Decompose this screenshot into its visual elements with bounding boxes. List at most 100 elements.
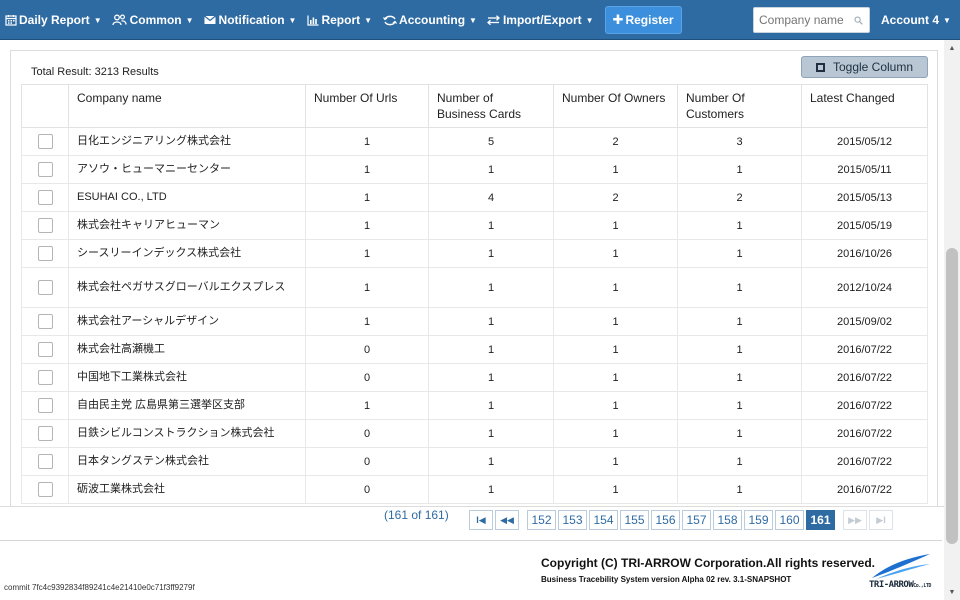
table-row[interactable]: アソウ・ヒューマニーセンター 1 1 1 1 2015/05/11 [21, 155, 928, 184]
urls-cell: 1 [305, 267, 429, 308]
table-row[interactable]: 株式会社高瀬機工 0 1 1 1 2016/07/22 [21, 335, 928, 364]
header-company-name[interactable]: Company name [68, 84, 306, 128]
company-search-input[interactable] [754, 13, 849, 27]
row-checkbox[interactable] [37, 162, 53, 177]
row-select-cell [21, 267, 69, 308]
row-checkbox[interactable] [37, 246, 53, 261]
prev-page-button[interactable]: ◀◀ [495, 510, 519, 530]
customers-cell: 1 [677, 419, 802, 448]
register-button[interactable]: ✚ Register [604, 6, 682, 34]
table-row[interactable]: 自由民主党 広島県第三選挙区支部 1 1 1 1 2016/07/22 [21, 391, 928, 420]
chevron-down-icon: ▼ [288, 15, 297, 25]
bar-chart-icon [306, 14, 319, 27]
table-row[interactable]: 砺波工業株式会社 0 1 1 1 2016/07/22 [21, 475, 928, 504]
page-button[interactable]: 154 [589, 510, 618, 530]
latest-changed-cell: 2015/09/02 [801, 307, 928, 336]
total-results: Total Result: 3213 Results [31, 66, 159, 78]
next-page-button[interactable]: ▶▶ [843, 510, 867, 530]
header-select [21, 84, 69, 128]
row-checkbox[interactable] [37, 482, 53, 497]
table-row[interactable]: 日鉄シビルコンストラクション株式会社 0 1 1 1 2016/07/22 [21, 419, 928, 448]
business-cards-cell: 1 [428, 475, 554, 504]
company-name-cell: 株式会社キャリアヒューマン [68, 211, 306, 240]
owners-cell: 1 [553, 307, 678, 336]
first-page-button[interactable]: I◀ [469, 510, 493, 530]
urls-cell: 1 [305, 211, 429, 240]
nav-import-export[interactable]: Import/Export ▼ [482, 0, 599, 40]
header-number-of-customers[interactable]: Number Of Customers [677, 84, 802, 128]
nav-common[interactable]: Common ▼ [107, 0, 199, 40]
latest-changed-cell: 2016/10/26 [801, 239, 928, 268]
page-button[interactable]: 153 [558, 510, 587, 530]
nav-report[interactable]: Report ▼ [301, 0, 377, 40]
company-name-cell: 日化エンジニアリング株式会社 [68, 127, 306, 156]
page-button[interactable]: 159 [744, 510, 773, 530]
table-row[interactable]: 株式会社ペガサスグローバルエクスプレス 1 1 1 1 2012/10/24 [21, 267, 928, 308]
page-button[interactable]: 160 [775, 510, 804, 530]
latest-changed-cell: 2016/07/22 [801, 475, 928, 504]
last-page-button[interactable]: ▶I [869, 510, 893, 530]
page-button[interactable]: 155 [620, 510, 649, 530]
page-button[interactable]: 158 [713, 510, 742, 530]
version-text: Business Tracebility System version Alph… [541, 575, 792, 584]
business-cards-cell: 1 [428, 447, 554, 476]
company-name-cell: ESUHAI CO., LTD [68, 183, 306, 212]
company-table: Company name Number Of Urls Number of Bu… [21, 84, 928, 504]
row-checkbox[interactable] [37, 134, 53, 149]
row-checkbox[interactable] [37, 426, 53, 441]
urls-cell: 0 [305, 363, 429, 392]
urls-cell: 1 [305, 391, 429, 420]
commit-hash: commit 7fc4c9392834f89241c4e21410e0c71f3… [4, 583, 195, 592]
table-row[interactable]: ESUHAI CO., LTD 1 4 2 2 2015/05/13 [21, 183, 928, 212]
page-button[interactable]: 152 [527, 510, 556, 530]
page-button[interactable]: 161 [806, 510, 835, 530]
nav-notification[interactable]: Notification ▼ [199, 0, 302, 40]
nav-daily-report-label: Daily Report [19, 13, 90, 27]
owners-cell: 2 [553, 127, 678, 156]
row-checkbox[interactable] [37, 218, 53, 233]
row-checkbox[interactable] [37, 280, 53, 295]
customers-cell: 1 [677, 307, 802, 336]
logo-text: TRI-ARROWCo.,LTD [869, 580, 931, 590]
toggle-column-button[interactable]: Toggle Column [801, 56, 928, 78]
vertical-scrollbar[interactable]: ▲ ▼ [944, 40, 960, 600]
calendar-icon [4, 14, 17, 27]
page-button[interactable]: 156 [651, 510, 680, 530]
table-row[interactable]: 中国地下工業株式会社 0 1 1 1 2016/07/22 [21, 363, 928, 392]
row-checkbox[interactable] [37, 398, 53, 413]
company-name-cell: 自由民主党 広島県第三選挙区支部 [68, 391, 306, 420]
customers-cell: 1 [677, 239, 802, 268]
row-checkbox[interactable] [37, 342, 53, 357]
scroll-thumb[interactable] [946, 248, 958, 544]
nav-accounting[interactable]: Accounting ▼ [377, 0, 482, 40]
table-row[interactable]: 日本タングステン株式会社 0 1 1 1 2016/07/22 [21, 447, 928, 476]
search-icon[interactable] [849, 16, 867, 25]
table-row[interactable]: 株式会社アーシャルデザイン 1 1 1 1 2015/09/02 [21, 307, 928, 336]
scroll-up-arrow-icon[interactable]: ▲ [944, 40, 960, 56]
header-number-of-owners[interactable]: Number Of Owners [553, 84, 678, 128]
owners-cell: 1 [553, 211, 678, 240]
register-button-label: Register [625, 13, 674, 27]
latest-changed-cell: 2016/07/22 [801, 335, 928, 364]
owners-cell: 1 [553, 239, 678, 268]
table-row[interactable]: 日化エンジニアリング株式会社 1 5 2 3 2015/05/12 [21, 127, 928, 156]
account-menu[interactable]: Account 4 ▼ [881, 0, 951, 40]
urls-cell: 0 [305, 419, 429, 448]
row-checkbox[interactable] [37, 454, 53, 469]
header-number-of-urls[interactable]: Number Of Urls [305, 84, 429, 128]
page-button[interactable]: 157 [682, 510, 711, 530]
table-row[interactable]: 株式会社キャリアヒューマン 1 1 1 1 2015/05/19 [21, 211, 928, 240]
header-latest-changed[interactable]: Latest Changed [801, 84, 928, 128]
business-cards-cell: 1 [428, 211, 554, 240]
row-checkbox[interactable] [37, 314, 53, 329]
row-checkbox[interactable] [37, 370, 53, 385]
urls-cell: 0 [305, 475, 429, 504]
customers-cell: 1 [677, 475, 802, 504]
row-checkbox[interactable] [37, 190, 53, 205]
header-number-of-business-cards[interactable]: Number of Business Cards [428, 84, 554, 128]
scroll-down-arrow-icon[interactable]: ▼ [944, 584, 960, 600]
top-navbar: Daily Report ▼ Common ▼ Notification ▼ R… [0, 0, 960, 40]
nav-daily-report[interactable]: Daily Report ▼ [0, 0, 107, 40]
table-row[interactable]: シースリーインデックス株式会社 1 1 1 1 2016/10/26 [21, 239, 928, 268]
urls-cell: 1 [305, 155, 429, 184]
